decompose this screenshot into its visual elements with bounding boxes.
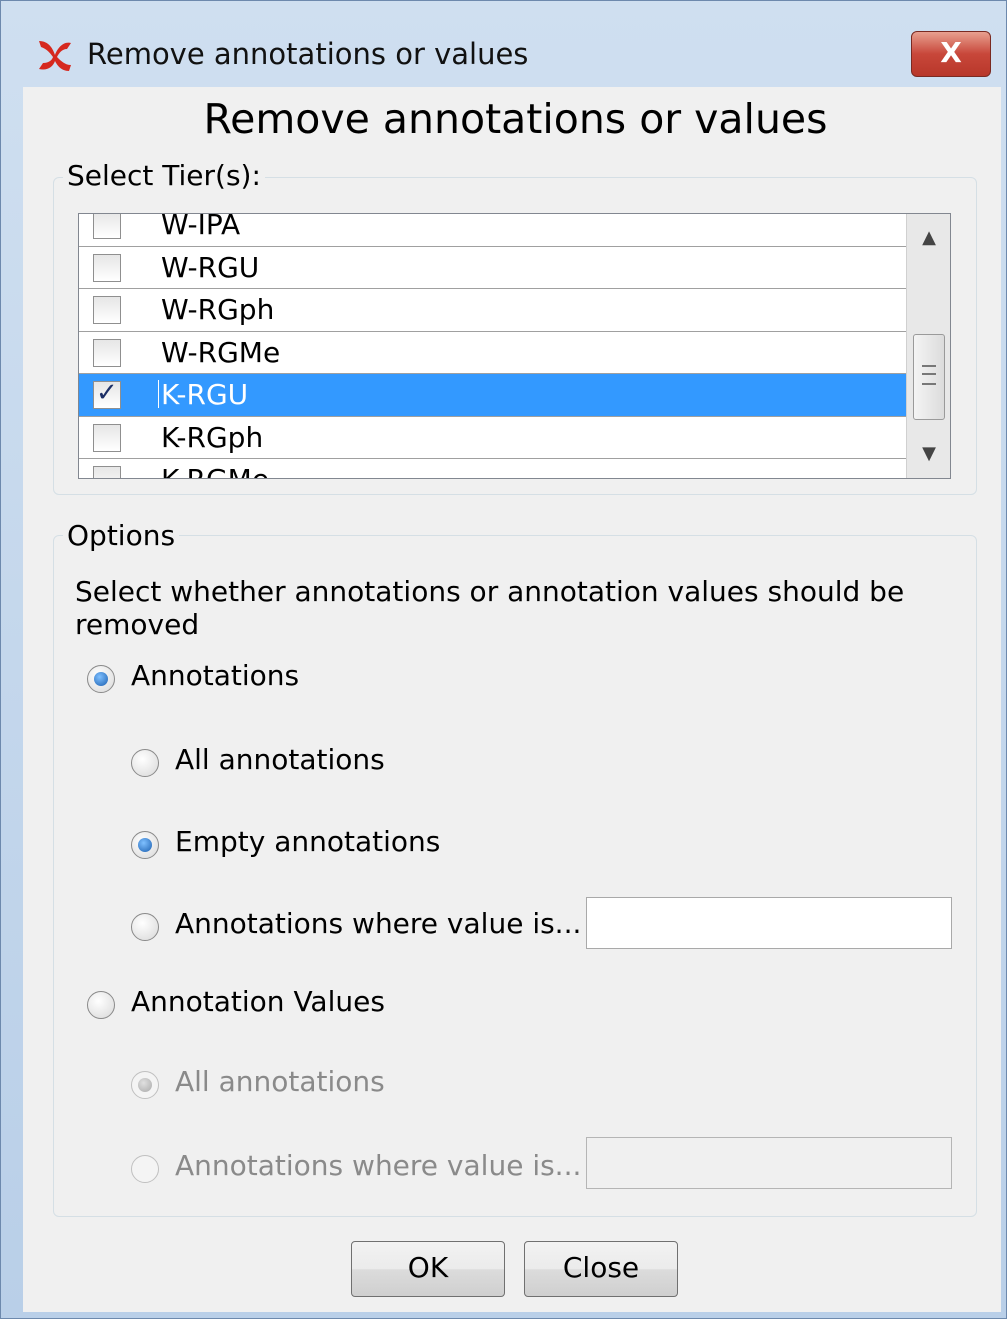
scrollbar-thumb[interactable] bbox=[913, 334, 945, 420]
radio-button bbox=[131, 1155, 159, 1183]
tier-row-k-rgme[interactable]: K-RGMe bbox=[79, 459, 907, 478]
tier-group-label: Select Tier(s): bbox=[63, 159, 265, 192]
options-group-label: Options bbox=[63, 519, 180, 552]
ok-button[interactable]: OK bbox=[351, 1241, 505, 1297]
tier-row-k-rgph[interactable]: K-RGph bbox=[79, 417, 907, 459]
checkmark-icon: ✓ bbox=[96, 378, 118, 408]
tier-label: K-RGU bbox=[157, 378, 249, 411]
tier-list[interactable]: W-IPA W-RGU W-RGph W-RGMe ✓ K-RGU K-RGph… bbox=[78, 213, 951, 479]
tier-row-w-rgph[interactable]: W-RGph bbox=[79, 289, 907, 332]
close-icon: X bbox=[940, 36, 962, 69]
tier-label: W-RGMe bbox=[161, 335, 281, 369]
dialog-heading: Remove annotations or values bbox=[203, 95, 828, 143]
options-description: Select whether annotations or annotation… bbox=[75, 575, 905, 641]
scroll-down-icon[interactable]: ▼ bbox=[907, 434, 950, 474]
scroll-up-icon[interactable]: ▲ bbox=[907, 218, 950, 258]
tier-label: W-RGU bbox=[161, 250, 260, 284]
where-value-input[interactable] bbox=[586, 897, 952, 949]
dialog-window: Remove annotations or values X Remove an… bbox=[0, 0, 1007, 1319]
window-close-button[interactable]: X bbox=[911, 31, 991, 77]
radio-label: Empty annotations bbox=[175, 825, 441, 858]
radio-button[interactable] bbox=[131, 749, 159, 777]
tier-checkbox[interactable] bbox=[93, 296, 121, 324]
radio-label: All annotations bbox=[175, 1065, 385, 1098]
radio-button bbox=[131, 1071, 159, 1099]
tier-row-w-rgme[interactable]: W-RGMe bbox=[79, 332, 907, 374]
tier-label: K-RGMe bbox=[161, 463, 269, 478]
tier-list-scrollbar[interactable]: ▲ ▼ bbox=[906, 214, 950, 478]
radio-button[interactable] bbox=[131, 913, 159, 941]
dialog-content: Remove annotations or values Select Tier… bbox=[23, 87, 1001, 1312]
radio-label: Annotations bbox=[131, 659, 300, 692]
tier-checkbox[interactable] bbox=[93, 466, 121, 478]
tier-checkbox[interactable] bbox=[93, 338, 121, 367]
title-bar[interactable]: Remove annotations or values X bbox=[1, 1, 1006, 87]
tier-row-w-rgu[interactable]: W-RGU bbox=[79, 247, 907, 289]
tier-row-k-rgu[interactable]: ✓ K-RGU bbox=[79, 374, 907, 417]
tier-label: K-RGph bbox=[161, 420, 264, 454]
radio-button[interactable] bbox=[131, 831, 159, 859]
radio-label: Annotations where value is... bbox=[175, 1149, 582, 1182]
radio-selected-dot bbox=[94, 672, 108, 686]
radio-label: All annotations bbox=[175, 743, 385, 776]
close-button[interactable]: Close bbox=[524, 1241, 678, 1297]
grip-icon bbox=[922, 365, 936, 385]
elan-app-icon bbox=[39, 41, 71, 71]
radio-button[interactable] bbox=[87, 991, 115, 1019]
radio-button[interactable] bbox=[87, 665, 115, 693]
tier-label: W-IPA bbox=[161, 213, 241, 241]
radio-label: Annotation Values bbox=[131, 985, 385, 1018]
window-title: Remove annotations or values bbox=[87, 37, 529, 71]
tier-checkbox[interactable]: ✓ bbox=[93, 378, 121, 409]
tier-rows: W-IPA W-RGU W-RGph W-RGMe ✓ K-RGU K-RGph bbox=[79, 213, 907, 478]
radio-label: Annotations where value is... bbox=[175, 907, 582, 940]
tier-row-w-ipa[interactable]: W-IPA bbox=[79, 213, 907, 247]
radio-selected-dot bbox=[138, 1078, 152, 1092]
tier-checkbox[interactable] bbox=[93, 253, 121, 282]
tier-checkbox[interactable] bbox=[93, 214, 121, 239]
tier-label: W-RGph bbox=[161, 293, 275, 326]
tier-checkbox[interactable] bbox=[93, 423, 121, 452]
values-where-value-input bbox=[586, 1137, 952, 1189]
radio-selected-dot bbox=[138, 838, 152, 852]
